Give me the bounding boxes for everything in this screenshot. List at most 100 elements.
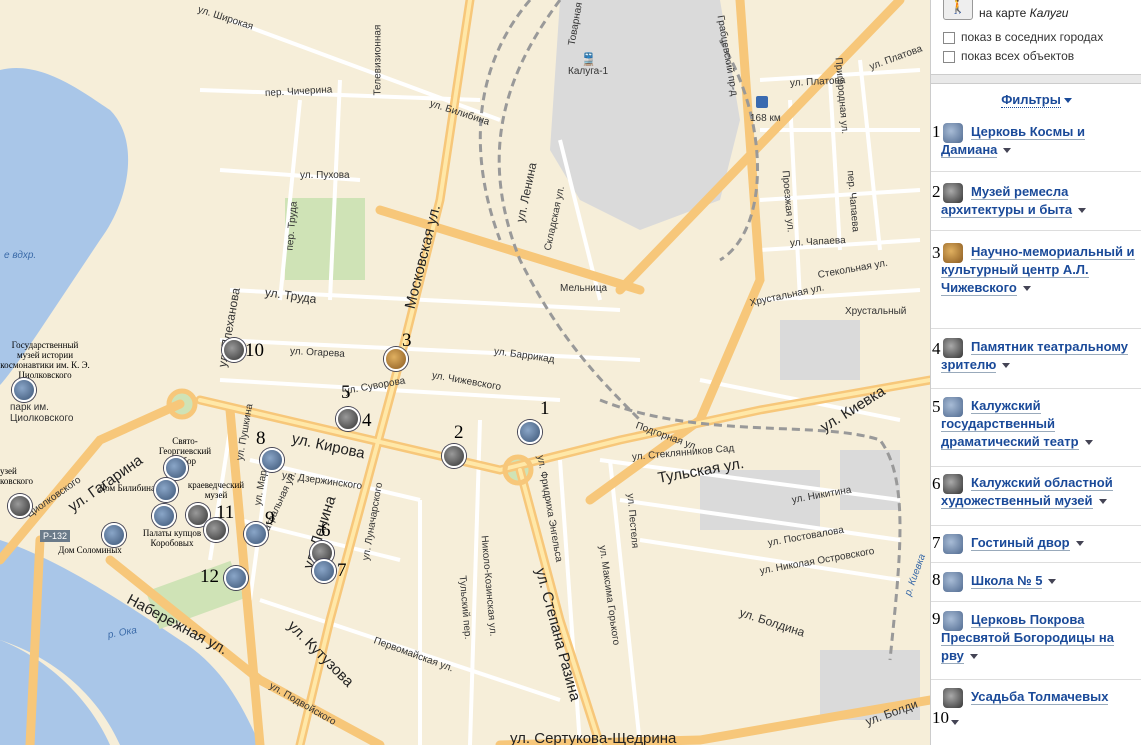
street-label: ул. Пухова [300,170,350,181]
item-number: 8 [932,570,941,589]
item-number: 1 [932,122,941,141]
item-name[interactable]: Церковь Космы и Дамиана [941,123,1137,159]
checkbox-label: показ всех объектов [961,49,1075,63]
map-marker-2[interactable] [442,444,466,468]
map-marker[interactable] [102,523,126,547]
map-marker[interactable] [164,456,188,480]
filters-toggle[interactable]: Фильтры [931,92,1141,108]
chevron-down-icon[interactable] [1002,363,1011,369]
checkbox-box[interactable] [943,31,955,44]
item-number: 3 [932,243,941,262]
palaty-label: Палаты купцов Коробовых [142,528,202,548]
item-link[interactable]: Музей ремесла архитектуры и быта [941,184,1073,218]
item-name[interactable]: Калужский государственный драматический … [941,397,1137,451]
museum-cosmo-label: Государственный музей истории космонавти… [0,340,90,380]
item-link[interactable]: Церковь Покрова Пресвятой Богородицы на … [941,612,1114,664]
list-item[interactable]: 3 Научно-мемориальный и культурный центр… [931,231,1141,329]
item-number: 5 [932,397,941,416]
list-item[interactable]: 7 Гостиный двор [931,526,1141,563]
pedestrian-icon[interactable]: 🚶 [943,0,973,20]
marker-number: 5 [341,382,351,403]
chevron-down-icon[interactable] [1048,579,1057,585]
street-label: ул. Сертукова-Щедрина [510,730,677,745]
item-link[interactable]: Научно-мемориальный и культурный центр А… [941,244,1135,296]
km-label: 168 км [750,113,781,124]
museum-left-label: узей ковского [0,466,33,486]
list-item[interactable]: 8 Школа № 5 [931,563,1141,602]
chevron-down-icon[interactable] [951,720,959,725]
filters-label: Фильтры [1001,92,1061,108]
reservoir-water [0,68,129,385]
list-item[interactable]: 5 Калужский государственный драматически… [931,389,1141,467]
list-item[interactable]: 10 Усадьба Толмачевых [931,680,1141,745]
map-marker[interactable] [8,494,32,518]
chevron-down-icon [1063,98,1072,104]
item-link[interactable]: Усадьба Толмачевых [971,689,1109,705]
marker-number: 8 [256,428,266,449]
map-marker-4[interactable] [336,407,360,431]
item-name[interactable]: Музей ремесла архитектуры и быта [941,183,1137,219]
item-number: 7 [932,533,941,552]
item-link[interactable]: Калужский государственный драматический … [941,398,1079,450]
item-name[interactable]: Калужский областной художественный музей [941,474,1137,510]
dom-solomina-label: Дом Соломиных [58,545,122,555]
chevron-down-icon[interactable] [1022,286,1031,292]
item-number: 10 [932,708,949,727]
item-link[interactable]: Памятник театральному зрителю [941,339,1129,373]
checkbox-label: показ в соседних городах [961,30,1104,44]
city-caption: на карте Калуги [979,6,1068,20]
marker-number: 3 [402,330,412,351]
rail-station-icon: 🚆 [581,52,596,66]
water-label: е вдхр. [4,250,37,261]
list-item[interactable]: 1 Церковь Космы и Дамиана [931,114,1141,172]
city-prefix: на карте [979,6,1027,20]
street-label: Телевизионная [372,24,384,96]
item-name[interactable]: Усадьба Толмачевых [941,688,1137,706]
item-link[interactable]: Церковь Космы и Дамиана [941,124,1085,158]
chevron-down-icon[interactable] [1078,208,1087,214]
item-link[interactable]: Школа № 5 [971,573,1043,589]
map-marker-7[interactable] [312,559,336,583]
neighbors-checkbox[interactable]: показ в соседних городах [943,30,1103,44]
route-badge: Р-132 [40,530,71,542]
marker-number: 4 [362,410,372,431]
list-item[interactable]: 9 Церковь Покрова Пресвятой Богородицы н… [931,602,1141,680]
chevron-down-icon[interactable] [1084,440,1093,446]
marker-number: 6 [321,520,331,541]
chevron-down-icon[interactable] [1075,541,1084,547]
marker-number: 12 [200,566,219,587]
item-name[interactable]: Памятник театральному зрителю [941,338,1137,374]
all-objects-checkbox[interactable]: показ всех объектов [943,49,1074,63]
checkbox-box[interactable] [943,50,955,63]
item-number: 4 [932,339,941,358]
item-number: 2 [932,182,941,201]
marker-number: 11 [216,502,235,523]
map-marker[interactable] [154,478,178,502]
item-number: 6 [932,474,941,493]
map-marker[interactable] [12,378,36,402]
item-name[interactable]: Гостиный двор [941,534,1137,552]
chevron-down-icon[interactable] [1098,499,1107,505]
area-label: Мельница [560,283,608,294]
item-link[interactable]: Гостиный двор [971,535,1070,551]
item-name[interactable]: Школа № 5 [941,572,1137,590]
map-marker[interactable] [152,504,176,528]
map-marker-8[interactable] [260,448,284,472]
chevron-down-icon[interactable] [969,654,978,660]
list-item[interactable]: 4 Памятник театральному зрителю [931,329,1141,389]
marker-number: 1 [540,398,550,419]
chevron-down-icon[interactable] [1003,148,1012,154]
map-marker-10[interactable] [222,338,246,362]
item-name[interactable]: Научно-мемориальный и культурный центр А… [941,243,1137,297]
item-link[interactable]: Калужский областной художественный музей [941,475,1113,509]
city-map[interactable]: ул. Широкая Телевизионная пер. Чичерина … [0,0,930,745]
list-item[interactable]: 6 Калужский областной художественный муз… [931,467,1141,526]
kraeved-label: краеведческий музей [187,480,245,500]
marker-number: 9 [265,508,275,529]
street-label: Хрустальный [845,306,907,317]
map-marker-12[interactable] [224,566,248,590]
list-item[interactable]: 2 Музей ремесла архитектуры и быта [931,172,1141,231]
item-name[interactable]: Церковь Покрова Пресвятой Богородицы на … [941,611,1137,665]
map-marker-1[interactable] [518,420,542,444]
marker-number: 7 [337,560,347,581]
